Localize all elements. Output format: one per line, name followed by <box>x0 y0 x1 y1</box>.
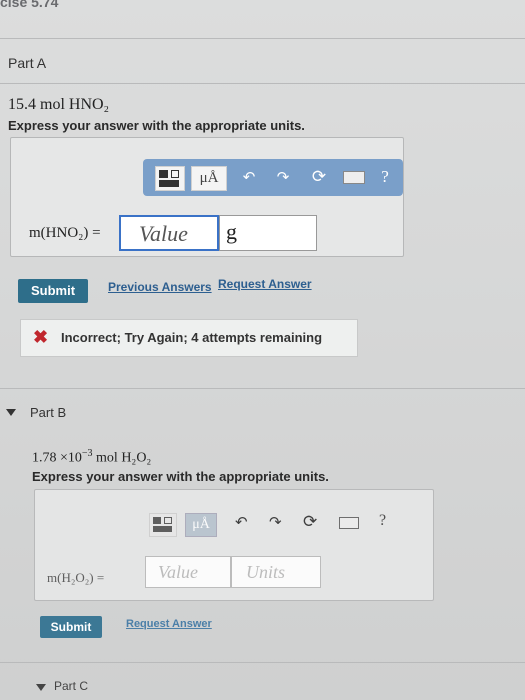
part-b-request-answer-link[interactable]: Request Answer <box>126 618 212 630</box>
part-c-title: Part C <box>54 679 89 693</box>
feedback-text: Incorrect; Try Again; 4 attempts remaini… <box>61 330 323 345</box>
part-b-answer-box: μÅ ↶ ↷ ⟳ ? m(H₂O₂) = Value Units <box>34 489 434 601</box>
part-a-value-input[interactable]: Value <box>119 215 219 251</box>
divider <box>0 662 525 663</box>
part-a-request-answer-link[interactable]: Request Answer <box>218 277 312 291</box>
part-b-collapse-icon[interactable] <box>6 409 16 416</box>
reset-icon[interactable]: ⟳ <box>303 512 317 532</box>
part-a-submit-button[interactable]: Submit <box>18 279 88 303</box>
undo-icon[interactable]: ↶ <box>235 513 248 531</box>
part-b-problem-prefix: 1.78 ×10 <box>32 450 82 466</box>
part-b-problem-suffix: mol H₂O₂ <box>96 450 152 466</box>
keyboard-icon[interactable] <box>343 171 365 184</box>
part-b-title: Part B <box>30 405 67 420</box>
page: cise 5.74 Part A 15.4 mol HNO₂ Express y… <box>0 0 525 700</box>
part-a-problem: 15.4 mol HNO₂ <box>8 96 110 113</box>
undo-icon[interactable]: ↶ <box>239 168 259 186</box>
help-button[interactable]: ? <box>379 512 386 530</box>
divider <box>0 38 525 39</box>
part-a-toolbar: μÅ ↶ ↷ ⟳ ? <box>143 159 403 196</box>
part-b-answer-label: m(H₂O₂) = <box>47 570 105 585</box>
previous-answers-link[interactable]: Previous Answers <box>108 280 212 294</box>
templates-icon[interactable] <box>155 166 185 191</box>
part-a-instruction: Express your answer with the appropriate… <box>8 118 305 133</box>
part-a-title: Part A <box>8 55 47 71</box>
part-a-answer-box: μÅ ↶ ↷ ⟳ ? m(HNO₂) = Value g <box>10 137 404 257</box>
keyboard-icon[interactable] <box>339 517 359 529</box>
part-b-instruction: Express your answer with the appropriate… <box>32 469 329 484</box>
units-symbol-button[interactable]: μÅ <box>185 513 217 537</box>
part-b-toolbar: μÅ ↶ ↷ ⟳ ? <box>147 510 430 540</box>
part-b-units-input[interactable]: Units <box>231 556 321 588</box>
part-b-value-input[interactable]: Value <box>145 556 231 588</box>
divider <box>0 388 525 389</box>
feedback-box: ✖ Incorrect; Try Again; 4 attempts remai… <box>20 319 358 357</box>
units-symbol-button[interactable]: μÅ <box>191 166 227 191</box>
help-button[interactable]: ? <box>375 167 395 187</box>
redo-icon[interactable]: ↷ <box>273 168 293 186</box>
templates-icon[interactable] <box>149 513 177 537</box>
part-b-problem-exponent: −3 <box>81 448 93 459</box>
incorrect-x-icon: ✖ <box>33 327 49 347</box>
part-b-submit-button[interactable]: Submit <box>40 616 102 638</box>
exercise-title: cise 5.74 <box>0 0 59 10</box>
reset-icon[interactable]: ⟳ <box>309 167 329 187</box>
part-a-answer-label: m(HNO₂) = <box>29 225 101 241</box>
part-b-problem: 1.78 ×10−3 mol H₂O₂ <box>32 448 151 467</box>
redo-icon[interactable]: ↷ <box>269 513 282 531</box>
part-c-collapse-icon[interactable] <box>36 684 46 691</box>
divider <box>0 83 525 84</box>
part-a-unit-input[interactable]: g <box>219 215 317 251</box>
